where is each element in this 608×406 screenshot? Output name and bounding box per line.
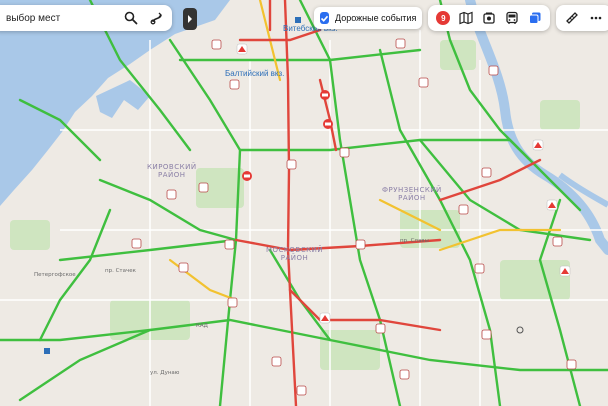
camera-icon[interactable]	[478, 5, 501, 31]
traffic-events-toggle[interactable]: Дорожные события	[314, 7, 422, 29]
poi-marker[interactable]	[516, 326, 524, 334]
route-icon[interactable]	[144, 5, 170, 31]
layers-icon[interactable]	[523, 5, 546, 31]
bus-icon[interactable]	[500, 5, 523, 31]
tools-panel	[556, 5, 608, 31]
roadwork-sign[interactable]	[532, 139, 544, 151]
roadwork-sign[interactable]	[319, 312, 331, 324]
layers-panel: 9	[428, 5, 550, 31]
search-input[interactable]	[4, 11, 118, 25]
collapse-panel-button[interactable]	[183, 8, 197, 30]
metro-icon	[295, 17, 301, 23]
roadwork-sign[interactable]	[559, 265, 571, 277]
chevron-right-icon	[188, 15, 192, 23]
map-icon[interactable]	[455, 5, 478, 31]
search-bar	[0, 5, 172, 31]
incident-marker[interactable]	[323, 119, 333, 129]
traffic-score-button[interactable]: 9	[432, 5, 455, 31]
incident-markers	[44, 17, 577, 396]
metro-icon	[44, 348, 50, 354]
roadwork-sign[interactable]	[236, 43, 248, 55]
more-icon[interactable]	[584, 5, 608, 31]
accident-signs	[131, 38, 577, 396]
ruler-icon[interactable]	[560, 5, 584, 31]
roadwork-sign[interactable]	[546, 199, 558, 211]
incident-marker[interactable]	[242, 171, 252, 181]
traffic-score-badge: 9	[436, 11, 451, 25]
incident-marker[interactable]	[320, 90, 330, 100]
traffic-events-label: Дорожные события	[335, 13, 417, 23]
checkbox-checked-icon[interactable]	[320, 12, 329, 24]
search-icon[interactable]	[118, 5, 144, 31]
